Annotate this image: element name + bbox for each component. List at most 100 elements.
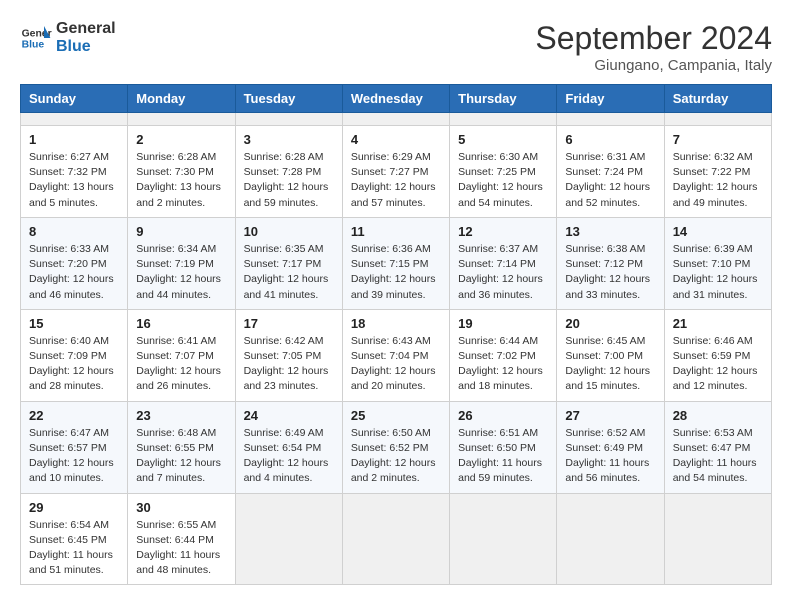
day-cell: 13Sunrise: 6:38 AMSunset: 7:12 PMDayligh… xyxy=(557,217,664,309)
day-number: 7 xyxy=(673,132,763,147)
day-cell: 19Sunrise: 6:44 AMSunset: 7:02 PMDayligh… xyxy=(450,309,557,401)
day-cell xyxy=(664,493,771,585)
day-number: 11 xyxy=(351,224,441,239)
day-number: 2 xyxy=(136,132,226,147)
day-info: Sunrise: 6:27 AMSunset: 7:32 PMDaylight:… xyxy=(29,150,119,211)
day-number: 27 xyxy=(565,408,655,423)
week-row-2: 1 Sunrise: 6:27 AMSunset: 7:32 PMDaylight… xyxy=(21,126,772,218)
day-of-week-saturday: Saturday xyxy=(664,85,771,113)
day-info: Sunrise: 6:46 AMSunset: 6:59 PMDaylight:… xyxy=(673,334,763,395)
day-cell: 26Sunrise: 6:51 AMSunset: 6:50 PMDayligh… xyxy=(450,401,557,493)
day-cell: 22 Sunrise: 6:47 AMSunset: 6:57 PMDayligh… xyxy=(21,401,128,493)
day-info: Sunrise: 6:52 AMSunset: 6:49 PMDaylight:… xyxy=(565,426,655,487)
title-block: September 2024 Giungano, Campania, Italy xyxy=(535,20,772,74)
day-cell: 15Sunrise: 6:40 AMSunset: 7:09 PMDayligh… xyxy=(21,309,128,401)
day-info: Sunrise: 6:37 AMSunset: 7:14 PMDaylight:… xyxy=(458,242,548,303)
week-row-4: 15Sunrise: 6:40 AMSunset: 7:09 PMDayligh… xyxy=(21,309,772,401)
day-cell: 8 Sunrise: 6:33 AMSunset: 7:20 PMDaylight… xyxy=(21,217,128,309)
day-number: 22 xyxy=(29,408,119,423)
day-number: 21 xyxy=(673,316,763,331)
day-cell: 3Sunrise: 6:28 AMSunset: 7:28 PMDaylight… xyxy=(235,126,342,218)
calendar-table: SundayMondayTuesdayWednesdayThursdayFrid… xyxy=(20,84,772,585)
week-row-5: 22 Sunrise: 6:47 AMSunset: 6:57 PMDayligh… xyxy=(21,401,772,493)
day-cell: 28 Sunrise: 6:53 AMSunset: 6:47 PMDayligh… xyxy=(664,401,771,493)
day-number: 25 xyxy=(351,408,441,423)
day-info: Sunrise: 6:36 AMSunset: 7:15 PMDaylight:… xyxy=(351,242,441,303)
day-info: Sunrise: 6:54 AMSunset: 6:45 PMDaylight:… xyxy=(29,518,119,579)
day-cell: 12 Sunrise: 6:37 AMSunset: 7:14 PMDayligh… xyxy=(450,217,557,309)
day-cell: 16 Sunrise: 6:41 AMSunset: 7:07 PMDayligh… xyxy=(128,309,235,401)
day-of-week-sunday: Sunday xyxy=(21,85,128,113)
day-number: 20 xyxy=(565,316,655,331)
day-number: 12 xyxy=(458,224,548,239)
day-cell: 27 Sunrise: 6:52 AMSunset: 6:49 PMDayligh… xyxy=(557,401,664,493)
day-number: 18 xyxy=(351,316,441,331)
day-cell xyxy=(128,113,235,126)
day-info: Sunrise: 6:33 AMSunset: 7:20 PMDaylight:… xyxy=(29,242,119,303)
day-of-week-wednesday: Wednesday xyxy=(342,85,449,113)
day-info: Sunrise: 6:47 AMSunset: 6:57 PMDaylight:… xyxy=(29,426,119,487)
page-header: General Blue General Blue September 2024… xyxy=(20,20,772,74)
day-info: Sunrise: 6:32 AMSunset: 7:22 PMDaylight:… xyxy=(673,150,763,211)
day-cell: 9Sunrise: 6:34 AMSunset: 7:19 PMDaylight… xyxy=(128,217,235,309)
day-info: Sunrise: 6:43 AMSunset: 7:04 PMDaylight:… xyxy=(351,334,441,395)
day-info: Sunrise: 6:50 AMSunset: 6:52 PMDaylight:… xyxy=(351,426,441,487)
day-info: Sunrise: 6:42 AMSunset: 7:05 PMDaylight:… xyxy=(244,334,334,395)
day-cell: 17 Sunrise: 6:42 AMSunset: 7:05 PMDayligh… xyxy=(235,309,342,401)
day-cell: 4Sunrise: 6:29 AMSunset: 7:27 PMDaylight… xyxy=(342,126,449,218)
day-number: 17 xyxy=(244,316,334,331)
day-info: Sunrise: 6:40 AMSunset: 7:09 PMDaylight:… xyxy=(29,334,119,395)
day-cell: 5Sunrise: 6:30 AMSunset: 7:25 PMDaylight… xyxy=(450,126,557,218)
day-number: 13 xyxy=(565,224,655,239)
location: Giungano, Campania, Italy xyxy=(535,57,772,74)
day-number: 3 xyxy=(244,132,334,147)
day-info: Sunrise: 6:49 AMSunset: 6:54 PMDaylight:… xyxy=(244,426,334,487)
day-cell xyxy=(450,493,557,585)
day-number: 16 xyxy=(136,316,226,331)
day-cell xyxy=(21,113,128,126)
day-cell xyxy=(342,493,449,585)
day-number: 28 xyxy=(673,408,763,423)
day-info: Sunrise: 6:44 AMSunset: 7:02 PMDaylight:… xyxy=(458,334,548,395)
days-header-row: SundayMondayTuesdayWednesdayThursdayFrid… xyxy=(21,85,772,113)
day-number: 23 xyxy=(136,408,226,423)
day-info: Sunrise: 6:34 AMSunset: 7:19 PMDaylight:… xyxy=(136,242,226,303)
logo-general: General xyxy=(56,20,116,38)
day-info: Sunrise: 6:41 AMSunset: 7:07 PMDaylight:… xyxy=(136,334,226,395)
day-of-week-monday: Monday xyxy=(128,85,235,113)
day-of-week-friday: Friday xyxy=(557,85,664,113)
day-cell: 24 Sunrise: 6:49 AMSunset: 6:54 PMDayligh… xyxy=(235,401,342,493)
day-cell xyxy=(342,113,449,126)
day-cell: 2 Sunrise: 6:28 AMSunset: 7:30 PMDaylight… xyxy=(128,126,235,218)
month-title: September 2024 xyxy=(535,20,772,57)
day-cell xyxy=(557,113,664,126)
day-info: Sunrise: 6:39 AMSunset: 7:10 PMDaylight:… xyxy=(673,242,763,303)
week-row-3: 8 Sunrise: 6:33 AMSunset: 7:20 PMDaylight… xyxy=(21,217,772,309)
day-cell xyxy=(235,493,342,585)
logo: General Blue General Blue xyxy=(20,20,116,55)
day-cell: 11 Sunrise: 6:36 AMSunset: 7:15 PMDayligh… xyxy=(342,217,449,309)
day-cell: 25 Sunrise: 6:50 AMSunset: 6:52 PMDayligh… xyxy=(342,401,449,493)
day-cell: 23Sunrise: 6:48 AMSunset: 6:55 PMDayligh… xyxy=(128,401,235,493)
day-cell: 21 Sunrise: 6:46 AMSunset: 6:59 PMDayligh… xyxy=(664,309,771,401)
day-number: 14 xyxy=(673,224,763,239)
day-info: Sunrise: 6:55 AMSunset: 6:44 PMDaylight:… xyxy=(136,518,226,579)
day-cell: 7 Sunrise: 6:32 AMSunset: 7:22 PMDaylight… xyxy=(664,126,771,218)
day-cell xyxy=(235,113,342,126)
day-cell: 10Sunrise: 6:35 AMSunset: 7:17 PMDayligh… xyxy=(235,217,342,309)
day-cell: 14 Sunrise: 6:39 AMSunset: 7:10 PMDayligh… xyxy=(664,217,771,309)
day-info: Sunrise: 6:53 AMSunset: 6:47 PMDaylight:… xyxy=(673,426,763,487)
day-cell xyxy=(557,493,664,585)
day-number: 24 xyxy=(244,408,334,423)
day-number: 8 xyxy=(29,224,119,239)
day-cell: 20 Sunrise: 6:45 AMSunset: 7:00 PMDayligh… xyxy=(557,309,664,401)
day-info: Sunrise: 6:28 AMSunset: 7:30 PMDaylight:… xyxy=(136,150,226,211)
day-info: Sunrise: 6:30 AMSunset: 7:25 PMDaylight:… xyxy=(458,150,548,211)
day-info: Sunrise: 6:45 AMSunset: 7:00 PMDaylight:… xyxy=(565,334,655,395)
svg-text:Blue: Blue xyxy=(22,39,45,50)
day-cell: 1 Sunrise: 6:27 AMSunset: 7:32 PMDaylight… xyxy=(21,126,128,218)
day-of-week-thursday: Thursday xyxy=(450,85,557,113)
day-cell: 6Sunrise: 6:31 AMSunset: 7:24 PMDaylight… xyxy=(557,126,664,218)
day-number: 1 xyxy=(29,132,119,147)
day-number: 26 xyxy=(458,408,548,423)
